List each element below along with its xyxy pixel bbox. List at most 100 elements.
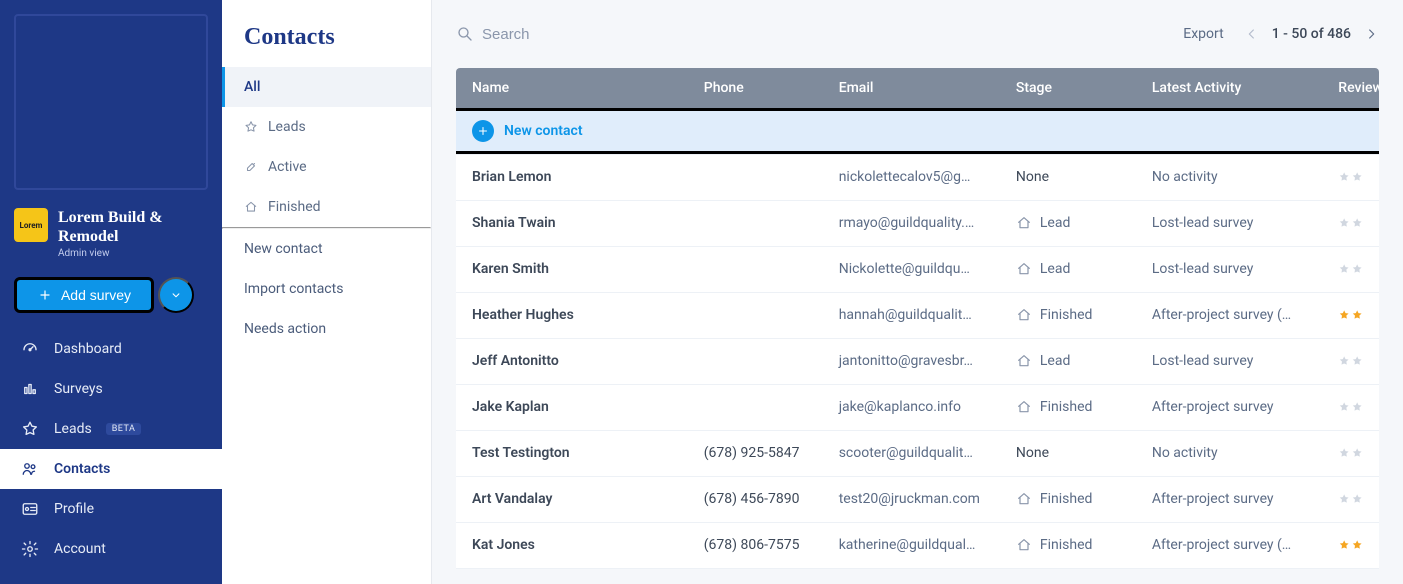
cell-phone: (678) 456-7890 xyxy=(688,476,823,522)
stage-text: None xyxy=(1016,169,1049,185)
filter-finished[interactable]: Finished xyxy=(222,187,431,227)
new-contact-row[interactable]: New contact xyxy=(456,108,1379,154)
action-import[interactable]: Import contacts xyxy=(222,269,431,309)
admin-view-label: Admin view xyxy=(58,248,208,259)
action-new[interactable]: New contact xyxy=(222,229,431,269)
pager-next[interactable] xyxy=(1363,26,1379,42)
cell-review xyxy=(1322,476,1379,522)
pager-prev[interactable] xyxy=(1244,26,1260,42)
table-row[interactable]: Jeff Antonitto jantonitto@gravesbr… Lead… xyxy=(456,338,1379,384)
sidebar-item-leads[interactable]: Leads BETA xyxy=(0,409,222,449)
cell-activity: No activity xyxy=(1136,430,1322,476)
cell-email: jantonitto@gravesbr… xyxy=(823,338,1000,384)
cell-stage: None xyxy=(1000,154,1136,200)
col-activity[interactable]: Latest Activity xyxy=(1136,68,1322,108)
bar-chart-icon xyxy=(20,380,40,398)
filter-leads[interactable]: Leads xyxy=(222,107,431,147)
cell-review xyxy=(1322,430,1379,476)
cell-email: jake@kaplanco.info xyxy=(823,384,1000,430)
star-icon xyxy=(1351,443,1363,463)
col-stage[interactable]: Stage xyxy=(1000,68,1136,108)
stage-text: Lead xyxy=(1040,353,1070,369)
cell-activity: After-project survey xyxy=(1136,384,1322,430)
star-icon xyxy=(1338,535,1350,555)
table-row[interactable]: Test Testington (678) 925-5847 scooter@g… xyxy=(456,430,1379,476)
filter-icon xyxy=(244,160,258,174)
sidebar-item-surveys[interactable]: Surveys xyxy=(0,369,222,409)
star-icon xyxy=(1338,213,1350,233)
cell-phone: (678) 806-7575 xyxy=(688,522,823,568)
pager-text: 1 - 50 of 486 xyxy=(1272,26,1351,42)
contacts-table: Name Phone Email Stage Latest Activity R… xyxy=(456,68,1379,569)
sidebar-item-account[interactable]: Account xyxy=(0,529,222,569)
table-row[interactable]: Art Vandalay (678) 456-7890 test20@jruck… xyxy=(456,476,1379,522)
cell-stage: None xyxy=(1000,430,1136,476)
cell-email: Nickolette@guildqu… xyxy=(823,246,1000,292)
export-button[interactable]: Export xyxy=(1183,26,1223,42)
add-survey-button[interactable]: Add survey xyxy=(14,277,154,313)
review-stars xyxy=(1338,213,1363,233)
review-stars xyxy=(1338,443,1363,463)
cell-phone xyxy=(688,292,823,338)
cell-phone: (678) 925-5847 xyxy=(688,430,823,476)
sidebar-item-dashboard[interactable]: Dashboard xyxy=(0,329,222,369)
review-stars xyxy=(1338,167,1363,187)
table-row[interactable]: Brian Lemon nickolettecalov5@g… None No … xyxy=(456,154,1379,200)
star-icon xyxy=(1338,489,1350,509)
cell-review xyxy=(1322,154,1379,200)
sidebar-item-label: Contacts xyxy=(54,461,110,477)
filter-label: Finished xyxy=(268,199,321,215)
cell-email: katherine@guildqual… xyxy=(823,522,1000,568)
star-icon xyxy=(1338,443,1350,463)
star-icon xyxy=(1351,535,1363,555)
cell-name: Heather Hughes xyxy=(456,292,688,338)
sidebar-item-profile[interactable]: Profile xyxy=(0,489,222,529)
table-row[interactable]: Heather Hughes hannah@guildqualit… Finis… xyxy=(456,292,1379,338)
cell-phone xyxy=(688,200,823,246)
company-avatar: Lorem xyxy=(14,208,48,242)
star-icon xyxy=(1351,305,1363,325)
cell-stage: Lead xyxy=(1000,200,1136,246)
filter-all[interactable]: All xyxy=(222,67,431,107)
action-needs[interactable]: Needs action xyxy=(222,309,431,349)
cell-email: nickolettecalov5@g… xyxy=(823,154,1000,200)
star-icon xyxy=(1338,305,1350,325)
cell-email: scooter@guildqualit… xyxy=(823,430,1000,476)
table-row[interactable]: Shania Twain rmayo@guildquality.… Lead L… xyxy=(456,200,1379,246)
star-icon xyxy=(1338,351,1350,371)
cell-name: Art Vandalay xyxy=(456,476,688,522)
col-email[interactable]: Email xyxy=(823,68,1000,108)
action-label: New contact xyxy=(244,241,323,257)
stage-text: Finished xyxy=(1040,491,1093,507)
star-icon xyxy=(1338,259,1350,279)
cell-activity: No activity xyxy=(1136,154,1322,200)
cell-phone xyxy=(688,338,823,384)
table-row[interactable]: Jake Kaplan jake@kaplanco.info Finished … xyxy=(456,384,1379,430)
sidebar: Lorem Lorem Build & Remodel Admin view A… xyxy=(0,0,222,584)
col-name[interactable]: Name xyxy=(456,68,688,108)
cell-phone xyxy=(688,154,823,200)
company-header[interactable]: Lorem Lorem Build & Remodel Admin view xyxy=(14,208,208,259)
col-review[interactable]: Review xyxy=(1322,68,1379,108)
cell-name: Test Testington xyxy=(456,430,688,476)
cell-stage: Lead xyxy=(1000,246,1136,292)
cell-email: test20@jruckman.com xyxy=(823,476,1000,522)
table-row[interactable]: Kat Jones (678) 806-7575 katherine@guild… xyxy=(456,522,1379,568)
cell-activity: Lost-lead survey xyxy=(1136,246,1322,292)
stage-text: Finished xyxy=(1040,307,1093,323)
panel-title: Contacts xyxy=(222,24,431,67)
star-icon xyxy=(1351,397,1363,417)
table-row[interactable]: Karen Smith Nickolette@guildqu… Lead Los… xyxy=(456,246,1379,292)
col-phone[interactable]: Phone xyxy=(688,68,823,108)
beta-badge: BETA xyxy=(106,423,142,435)
filter-active[interactable]: Active xyxy=(222,147,431,187)
sidebar-item-contacts[interactable]: Contacts xyxy=(0,449,222,489)
topbar: Export 1 - 50 of 486 xyxy=(432,0,1403,68)
add-survey-dropdown[interactable] xyxy=(158,277,194,313)
filter-icon xyxy=(244,120,258,134)
search-input[interactable] xyxy=(482,26,782,43)
sidebar-item-label: Surveys xyxy=(54,381,103,397)
home-icon xyxy=(1016,353,1032,369)
gauge-icon xyxy=(20,340,40,358)
stage-text: None xyxy=(1016,445,1049,461)
